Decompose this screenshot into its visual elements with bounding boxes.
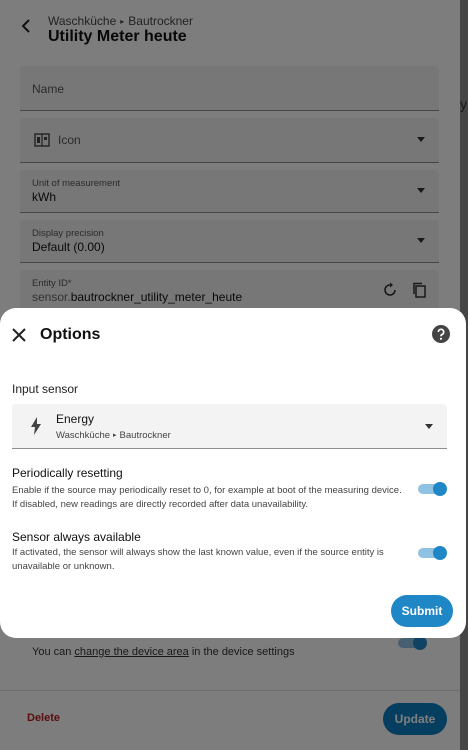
- periodically-resetting-toggle[interactable]: [418, 482, 448, 496]
- submit-button[interactable]: Submit: [391, 595, 453, 627]
- sensor-name: Energy: [56, 412, 95, 426]
- sensor-context: Waschküche ▸ Bautrockner: [56, 430, 171, 441]
- chevron-down-icon: [425, 424, 433, 429]
- sensor-always-available-title: Sensor always available: [12, 530, 141, 544]
- sensor-always-available-toggle[interactable]: [418, 546, 448, 560]
- close-icon[interactable]: [10, 326, 28, 344]
- sensor-area: Waschküche: [56, 430, 111, 441]
- input-sensor-label: Input sensor: [12, 382, 79, 396]
- input-sensor-select[interactable]: Energy Waschküche ▸ Bautrockner: [12, 404, 447, 449]
- breadcrumb-separator: ▸: [113, 432, 117, 439]
- help-circle-icon[interactable]: [432, 325, 450, 343]
- periodically-resetting-description: Enable if the source may periodically re…: [12, 485, 402, 510]
- periodically-resetting-title: Periodically resetting: [12, 466, 123, 480]
- sensor-device: Bautrockner: [119, 430, 171, 441]
- options-dialog: Options Input sensor Energy Waschküche ▸ B…: [0, 308, 466, 638]
- lightning-bolt-icon: [31, 417, 41, 435]
- dialog-title: Options: [40, 326, 101, 343]
- sensor-always-available-description: If activated, the sensor will always sho…: [12, 547, 384, 572]
